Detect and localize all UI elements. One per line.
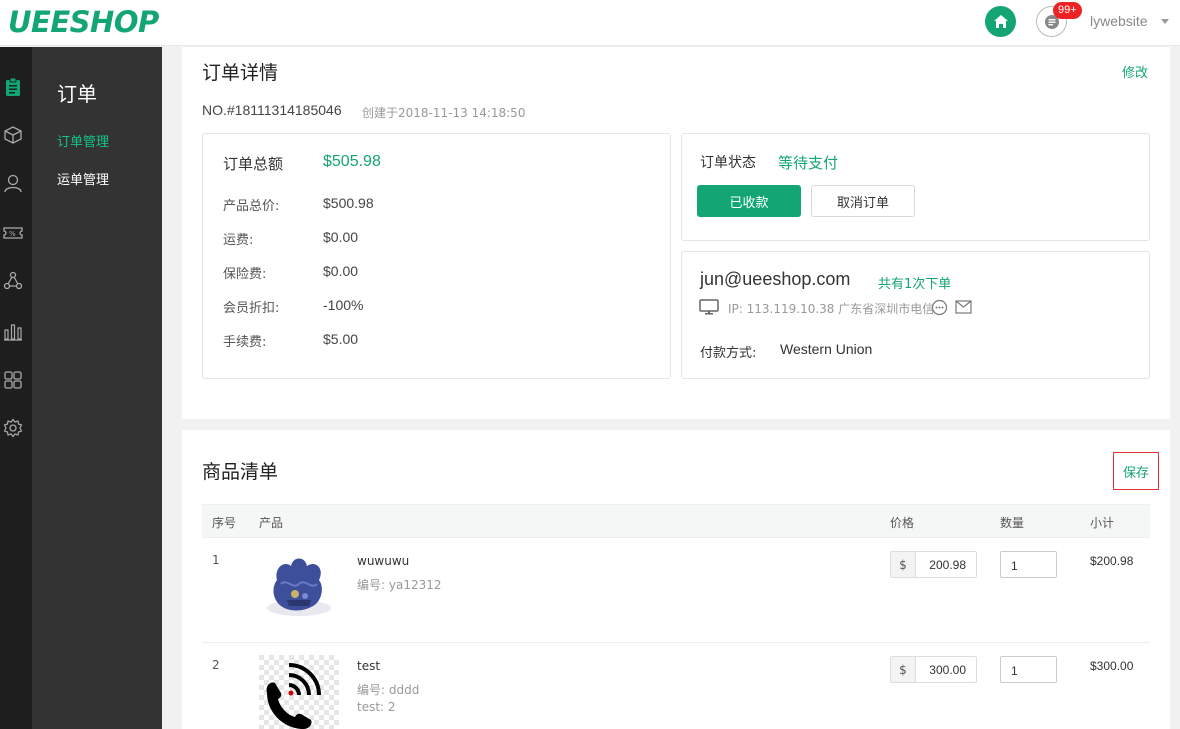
currency-symbol: $: [891, 657, 916, 682]
order-status-box: 订单状态 等待支付 已收款 取消订单: [681, 133, 1150, 241]
row-subtotal: $300.00: [1090, 659, 1134, 673]
column-price: 价格: [890, 516, 915, 530]
quantity-input[interactable]: 1: [1000, 656, 1057, 683]
nav-item-orders[interactable]: 订单管理: [57, 131, 109, 150]
subtotal-label: 产品总价:: [223, 199, 280, 214]
coupon-icon[interactable]: %: [3, 223, 23, 243]
caret-down-icon[interactable]: [1161, 19, 1169, 24]
column-subtotal: 小计: [1090, 516, 1115, 530]
user-menu[interactable]: lywebsite: [1090, 13, 1148, 29]
share-icon[interactable]: [3, 271, 23, 291]
product-name[interactable]: wuwuwu: [357, 554, 409, 568]
discount-label: 会员折扣:: [223, 301, 280, 316]
payment-value: Western Union: [780, 341, 873, 357]
price-field[interactable]: $ 300.00: [890, 656, 977, 683]
mark-paid-button[interactable]: 已收款: [697, 185, 801, 217]
product-list-card: 商品清单 保存 序号 产品 价格 数量 小计 1 wuwuwu 编号: ya12…: [182, 430, 1170, 729]
row-subtotal: $200.98: [1090, 554, 1134, 568]
product-sku: 编号: dddd: [357, 683, 420, 697]
table-row: 2 test 编号: dddd test: 2 $ 300.00 1 $300.…: [202, 643, 1150, 729]
user-icon[interactable]: [3, 173, 23, 193]
nav-item-shipments[interactable]: 运单管理: [57, 169, 109, 188]
product-name[interactable]: test: [357, 659, 380, 673]
row-index: 2: [212, 658, 220, 672]
order-number: NO.#18111314185046: [202, 102, 342, 118]
product-image[interactable]: [259, 655, 339, 729]
gear-icon[interactable]: [3, 418, 23, 438]
product-sku: 编号: ya12312: [357, 578, 442, 592]
discount-value: -100%: [323, 297, 364, 313]
status-label: 订单状态: [700, 155, 756, 171]
status-value: 等待支付: [778, 154, 839, 172]
insurance-label: 保险费:: [223, 267, 267, 282]
chat-icon[interactable]: [931, 299, 948, 316]
apps-icon[interactable]: [3, 370, 23, 390]
customer-box: jun@ueeshop.com 共有1次下单 IP: 113.119.10.38…: [681, 251, 1150, 379]
fee-label: 手续费:: [223, 335, 267, 350]
subtotal-value: $500.98: [323, 195, 374, 211]
total-value: $505.98: [323, 153, 381, 170]
home-button[interactable]: [985, 6, 1016, 37]
created-time: 创建于2018-11-13 14:18:50: [362, 106, 526, 120]
order-count[interactable]: 共有1次下单: [878, 273, 951, 292]
notification-badge: 99+: [1053, 2, 1082, 19]
sub-navigation: 订单 订单管理 运单管理: [32, 47, 162, 729]
save-button[interactable]: 保存: [1113, 452, 1159, 490]
svg-text:%: %: [9, 230, 16, 238]
price-input[interactable]: 200.98: [916, 552, 976, 577]
order-details-title: 订单详情: [202, 62, 279, 84]
quantity-input[interactable]: 1: [1000, 551, 1057, 578]
section-title: 订单: [57, 82, 97, 106]
top-bar: UEESHOP 99+ lywebsite: [0, 0, 1180, 46]
shipping-value: $0.00: [323, 229, 359, 245]
computer-icon: [699, 299, 719, 315]
table-header: 序号 产品 价格 数量 小计: [202, 504, 1150, 538]
clipboard-icon[interactable]: [3, 77, 23, 97]
payment-label: 付款方式:: [700, 346, 757, 361]
column-index: 序号: [212, 516, 237, 530]
price-input[interactable]: 300.00: [916, 657, 976, 682]
order-totals-box: 订单总额 $505.98 产品总价: $500.98 运费: $0.00 保险费…: [202, 133, 671, 379]
ip-address: IP: 113.119.10.38 广东省深圳市电信: [728, 302, 935, 316]
product-list-title: 商品清单: [202, 461, 279, 483]
cancel-order-button[interactable]: 取消订单: [811, 185, 915, 217]
fee-value: $5.00: [323, 331, 359, 347]
price-field[interactable]: $ 200.98: [890, 551, 977, 578]
chart-icon[interactable]: [3, 321, 23, 341]
icon-sidebar: %: [0, 47, 32, 729]
product-image[interactable]: [259, 550, 339, 630]
customer-email[interactable]: jun@ueeshop.com: [700, 269, 850, 290]
logo[interactable]: UEESHOP: [8, 5, 159, 39]
home-icon: [993, 14, 1008, 28]
column-quantity: 数量: [1000, 516, 1025, 530]
mail-icon[interactable]: [955, 300, 972, 314]
order-details-card: 订单详情 修改 NO.#18111314185046 创建于2018-11-13…: [182, 47, 1170, 419]
insurance-value: $0.00: [323, 263, 359, 279]
shipping-label: 运费:: [223, 233, 254, 248]
column-product: 产品: [259, 516, 284, 530]
box-icon[interactable]: [3, 125, 23, 145]
table-row: 1 wuwuwu 编号: ya12312 $ 200.98 1 $200.98: [202, 538, 1150, 643]
total-label: 订单总额: [223, 155, 284, 173]
row-index: 1: [212, 553, 220, 567]
product-attribute: test: 2: [357, 700, 396, 714]
currency-symbol: $: [891, 552, 916, 577]
edit-link[interactable]: 修改: [1122, 62, 1148, 81]
